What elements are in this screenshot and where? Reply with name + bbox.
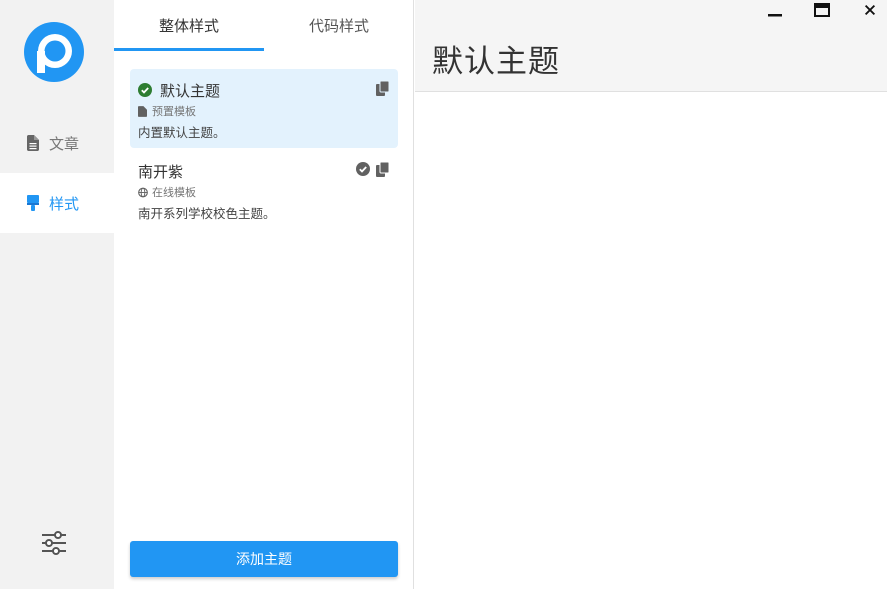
sliders-icon[interactable]	[40, 530, 68, 556]
theme-type: 预置模板	[152, 105, 196, 118]
copy-icon[interactable]	[376, 81, 390, 96]
close-icon[interactable]	[855, 0, 885, 20]
style-tabs: 整体样式 代码样式	[114, 0, 414, 53]
maximize-icon[interactable]	[807, 0, 837, 20]
add-theme-button[interactable]: 添加主题	[130, 541, 398, 577]
tab-indicator	[114, 48, 264, 51]
theme-description: 内置默认主题。	[138, 125, 226, 140]
file-icon	[27, 135, 41, 151]
theme-card-default[interactable]: 默认主题 预置模板 内置默认主题。	[130, 69, 398, 148]
app-logo	[24, 22, 84, 82]
nav-item-label: 文章	[49, 134, 80, 153]
paint-brush-icon	[27, 195, 41, 211]
theme-type: 在线模板	[152, 186, 196, 199]
nav-item-styles[interactable]: 样式	[0, 173, 114, 233]
tab-code-style[interactable]: 代码样式	[264, 0, 414, 50]
theme-name: 默认主题	[160, 81, 221, 100]
copy-icon[interactable]	[376, 162, 390, 177]
minimize-icon[interactable]	[760, 0, 790, 20]
nav-item-label: 样式	[49, 194, 80, 213]
tab-overall-style[interactable]: 整体样式	[114, 0, 264, 50]
app-window: 文章 样式 整体样式 代码样式 默认主题 预置模板 内置默认主题。 南开紫 在线…	[0, 0, 887, 589]
side-nav: 文章 样式	[0, 0, 114, 589]
theme-panel: 整体样式 代码样式 默认主题 预置模板 内置默认主题。 南开紫 在线模板 南开系…	[114, 0, 414, 589]
theme-preview: 默认主题	[415, 0, 887, 589]
check-circle-icon[interactable]	[356, 162, 370, 177]
file-icon	[138, 105, 148, 117]
globe-icon	[138, 187, 148, 198]
preview-title: 默认主题	[432, 44, 560, 80]
nav-item-articles[interactable]: 文章	[0, 113, 114, 173]
theme-card-nankai-purple[interactable]: 南开紫 在线模板 南开系列学校校色主题。	[130, 150, 398, 229]
theme-description: 南开系列学校校色主题。	[138, 206, 276, 221]
theme-name: 南开紫	[138, 162, 184, 181]
check-circle-icon	[138, 83, 152, 97]
